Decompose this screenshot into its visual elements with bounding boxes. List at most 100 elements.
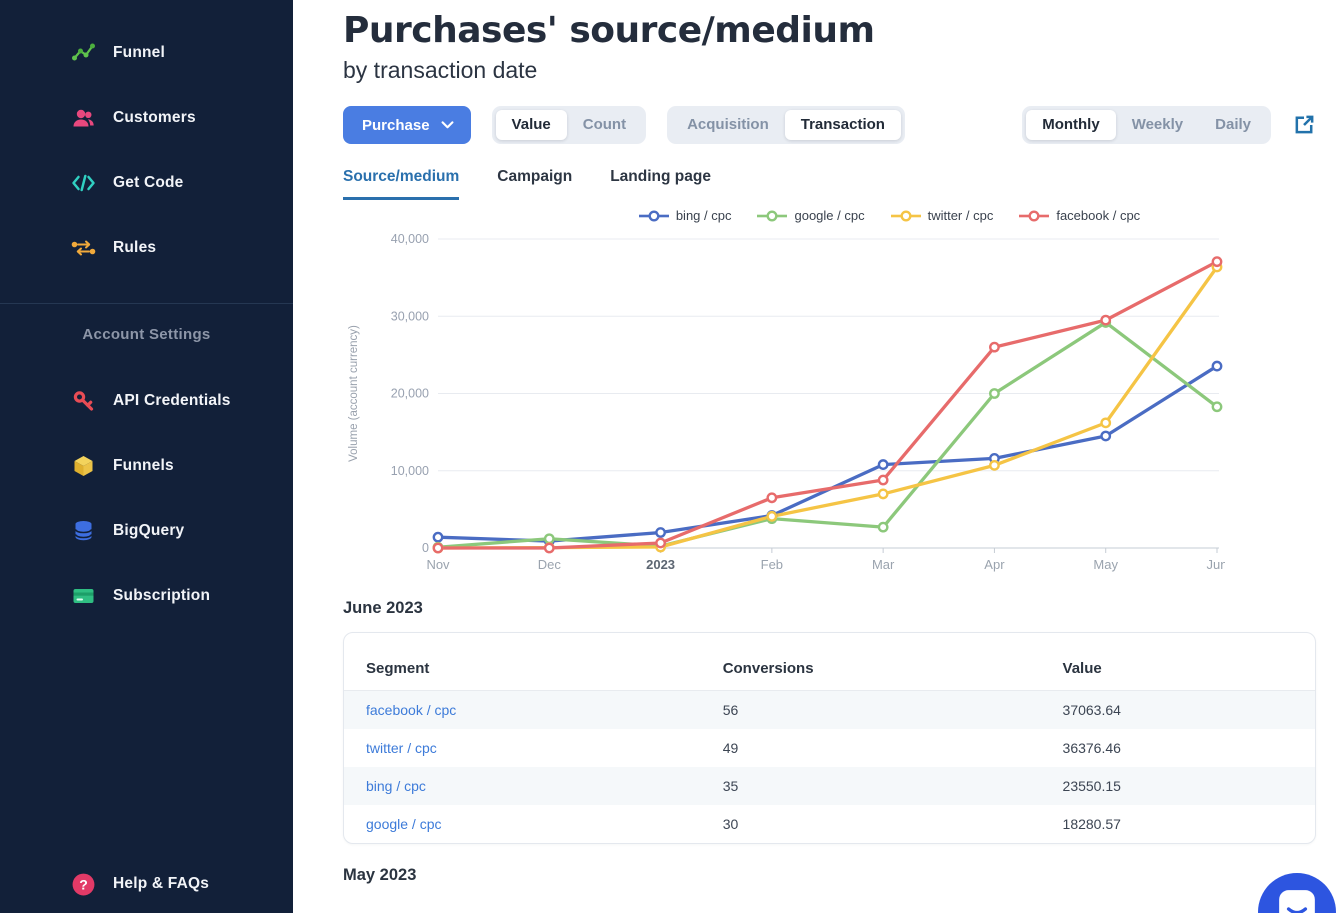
open-in-new-icon[interactable] — [1292, 113, 1316, 137]
legend-marker-icon — [1019, 210, 1049, 222]
table-row: bing / cpc 35 23550.15 — [344, 767, 1315, 805]
value-cell: 23550.15 — [1063, 778, 1315, 794]
svg-text:?: ? — [79, 876, 88, 892]
svg-text:Jun: Jun — [1207, 557, 1225, 572]
table-row: google / cpc 30 18280.57 — [344, 805, 1315, 843]
sidebar-item-bigquery[interactable]: BigQuery — [0, 498, 293, 563]
toggle-option-daily[interactable]: Daily — [1199, 110, 1267, 140]
legend-label: twitter / cpc — [928, 208, 994, 223]
code-icon — [70, 171, 96, 195]
sidebar: Funnel Customers Get Code Rules Account … — [0, 0, 293, 913]
legend-marker-icon — [891, 210, 921, 222]
sidebar-item-label: Customers — [113, 109, 196, 127]
sidebar-item-funnel[interactable]: Funnel — [0, 20, 293, 85]
key-icon — [70, 389, 96, 413]
line-chart: 010,00020,00030,00040,000NovDec2023FebMa… — [343, 225, 1316, 577]
sidebar-item-label: Subscription — [113, 587, 210, 605]
conversions-cell: 30 — [723, 816, 1063, 832]
segment-link[interactable]: facebook / cpc — [366, 702, 456, 718]
sidebar-item-funnels[interactable]: Funnels — [0, 433, 293, 498]
legend-item-facebook[interactable]: facebook / cpc — [1019, 208, 1140, 223]
legend-label: google / cpc — [794, 208, 864, 223]
sidebar-item-label: Rules — [113, 239, 156, 257]
conversions-cell: 49 — [723, 740, 1063, 756]
segment-link[interactable]: twitter / cpc — [366, 740, 437, 756]
sidebar-item-label: BigQuery — [113, 522, 184, 540]
customers-icon — [70, 106, 96, 130]
value-count-toggle: Value Count — [492, 106, 647, 144]
toggle-option-transaction[interactable]: Transaction — [785, 110, 901, 140]
period-toggle: Monthly Weekly Daily — [1022, 106, 1271, 144]
toggle-option-count[interactable]: Count — [567, 110, 642, 140]
toggle-option-acquisition[interactable]: Acquisition — [671, 110, 785, 140]
value-cell: 36376.46 — [1063, 740, 1315, 756]
sidebar-item-customers[interactable]: Customers — [0, 85, 293, 150]
sidebar-nav: Funnel Customers Get Code Rules — [0, 0, 293, 280]
svg-text:May: May — [1093, 557, 1118, 572]
svg-text:30,000: 30,000 — [391, 309, 429, 323]
sidebar-item-label: Funnels — [113, 457, 174, 475]
sidebar-item-api-credentials[interactable]: API Credentials — [0, 368, 293, 433]
segment-link[interactable]: bing / cpc — [366, 778, 426, 794]
controls-right: Monthly Weekly Daily — [1022, 106, 1316, 144]
conversions-cell: 56 — [723, 702, 1063, 718]
segment-link[interactable]: google / cpc — [366, 816, 442, 832]
purchase-dropdown-button[interactable]: Purchase — [343, 106, 471, 144]
tabs: Source/medium Campaign Landing page — [343, 168, 1316, 200]
sidebar-item-label: Get Code — [113, 174, 184, 192]
main-content: Purchases' source/medium by transaction … — [293, 0, 1341, 913]
sidebar-item-get-code[interactable]: Get Code — [0, 150, 293, 215]
toggle-option-value[interactable]: Value — [496, 110, 567, 140]
legend-label: bing / cpc — [676, 208, 732, 223]
chat-icon — [1276, 888, 1318, 913]
conversions-cell: 35 — [723, 778, 1063, 794]
june-table: Segment Conversions Value facebook / cpc… — [343, 632, 1316, 844]
table-row: twitter / cpc 49 36376.46 — [344, 729, 1315, 767]
sidebar-item-help[interactable]: ? Help & FAQs — [0, 855, 293, 913]
svg-text:Nov: Nov — [426, 557, 450, 572]
svg-text:Apr: Apr — [984, 557, 1005, 572]
legend-item-twitter[interactable]: twitter / cpc — [891, 208, 994, 223]
rules-icon — [70, 236, 96, 260]
account-settings-label: Account Settings — [0, 326, 293, 343]
legend-item-bing[interactable]: bing / cpc — [639, 208, 732, 223]
credit-card-icon — [70, 584, 96, 608]
svg-text:Mar: Mar — [872, 557, 895, 572]
svg-text:Volume (account currency): Volume (account currency) — [348, 325, 360, 462]
legend-marker-icon — [757, 210, 787, 222]
cube-icon — [70, 454, 96, 478]
tab-source-medium[interactable]: Source/medium — [343, 168, 459, 200]
toggle-option-weekly[interactable]: Weekly — [1116, 110, 1199, 140]
column-header-segment: Segment — [344, 660, 723, 677]
sidebar-divider — [0, 303, 293, 304]
column-header-value: Value — [1063, 660, 1315, 677]
section-heading-may: May 2023 — [343, 866, 1316, 885]
funnel-icon — [70, 41, 96, 65]
svg-text:20,000: 20,000 — [391, 387, 429, 401]
page-title: Purchases' source/medium — [343, 10, 1316, 51]
sidebar-settings-nav: API Credentials Funnels BigQuery Subscri… — [0, 368, 293, 628]
table-row: facebook / cpc 56 37063.64 — [344, 691, 1315, 729]
sidebar-item-label: Funnel — [113, 44, 165, 62]
tab-landing-page[interactable]: Landing page — [610, 168, 711, 200]
table-header-row: Segment Conversions Value — [344, 633, 1315, 691]
svg-text:Feb: Feb — [761, 557, 783, 572]
legend-marker-icon — [639, 210, 669, 222]
chart-canvas: 010,00020,00030,00040,000NovDec2023FebMa… — [343, 225, 1225, 577]
svg-text:10,000: 10,000 — [391, 464, 429, 478]
svg-text:Dec: Dec — [538, 557, 562, 572]
column-header-conversions: Conversions — [723, 660, 1063, 677]
toggle-option-monthly[interactable]: Monthly — [1026, 110, 1116, 140]
legend-item-google[interactable]: google / cpc — [757, 208, 864, 223]
sidebar-item-rules[interactable]: Rules — [0, 215, 293, 280]
value-cell: 18280.57 — [1063, 816, 1315, 832]
svg-text:40,000: 40,000 — [391, 232, 429, 246]
database-icon — [70, 519, 96, 543]
section-heading-june: June 2023 — [343, 599, 1316, 618]
sidebar-item-label: Help & FAQs — [113, 875, 209, 893]
sidebar-item-label: API Credentials — [113, 392, 231, 410]
value-cell: 37063.64 — [1063, 702, 1315, 718]
tab-campaign[interactable]: Campaign — [497, 168, 572, 200]
controls-row: Purchase Value Count Acquisition Transac… — [343, 106, 1316, 144]
sidebar-item-subscription[interactable]: Subscription — [0, 563, 293, 628]
